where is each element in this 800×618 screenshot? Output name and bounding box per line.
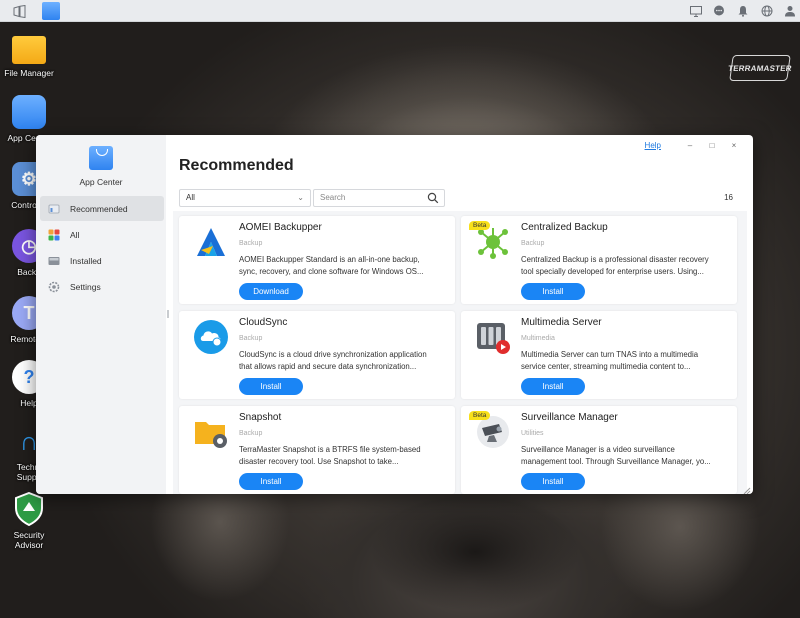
install-button[interactable]: Install	[521, 283, 585, 300]
app-name: Surveillance Manager	[521, 412, 618, 423]
window-controls: Help – □ ×	[645, 138, 745, 152]
page-title: Recommended	[179, 157, 294, 174]
search-input[interactable]: Search	[313, 189, 445, 207]
app-description: Surveillance Manager is a video surveill…	[521, 445, 711, 466]
app-card-grid: AOMEI Backupper Backup AOMEI Backupper S…	[173, 211, 747, 494]
show-desktop-icon[interactable]	[11, 3, 27, 19]
app-category: Utilities	[521, 430, 544, 437]
download-button[interactable]: Download	[239, 283, 303, 300]
app-category: Backup	[239, 430, 263, 437]
recommended-icon	[48, 203, 60, 215]
beta-badge: Beta	[469, 221, 491, 230]
message-icon[interactable]	[711, 3, 727, 19]
sidebar-item-all[interactable]: All	[40, 222, 164, 247]
chevron-down-icon: ⌄	[297, 193, 304, 202]
shield-icon	[12, 492, 46, 526]
sidebar-resize-handle[interactable]	[167, 310, 169, 318]
app-center-taskbar-icon[interactable]	[42, 2, 60, 20]
app-count: 16	[724, 193, 733, 202]
resize-grip-icon[interactable]	[741, 482, 751, 494]
app-center-icon	[12, 95, 46, 129]
sidebar-item-label: Recommended	[70, 203, 128, 214]
sidebar-item-recommended[interactable]: Recommended	[40, 196, 164, 221]
snapshot-icon	[193, 414, 229, 450]
app-description: CloudSync is a cloud drive synchronizati…	[239, 350, 427, 371]
sidebar: App Center Recommended All Installed Set…	[36, 135, 166, 494]
app-name: AOMEI Backupper	[239, 222, 322, 233]
app-category: Backup	[239, 240, 263, 247]
gear-icon	[48, 281, 60, 293]
app-name: Centralized Backup	[521, 222, 608, 233]
desktop-icon-file-manager[interactable]: File Manager	[0, 32, 58, 78]
app-name: CloudSync	[239, 317, 288, 328]
sidebar-item-label: Installed	[70, 255, 102, 266]
cloudsync-icon	[193, 319, 229, 355]
aomei-backupper-icon	[193, 224, 229, 260]
search-icon[interactable]	[427, 192, 439, 204]
app-category: Multimedia	[521, 335, 555, 342]
app-card-surveillance-manager[interactable]: Beta Surveillance Manager Utilities Surv…	[461, 406, 737, 494]
sidebar-item-label: All	[70, 229, 80, 240]
app-card-snapshot[interactable]: Snapshot Backup TerraMaster Snapshot is …	[179, 406, 455, 494]
user-icon[interactable]	[782, 3, 798, 19]
grid-icon	[48, 229, 60, 241]
app-center-window: App Center Recommended All Installed Set…	[36, 135, 753, 494]
sidebar-item-label: Settings	[70, 281, 101, 292]
install-button[interactable]: Install	[239, 378, 303, 395]
beta-badge: Beta	[469, 411, 491, 420]
multimedia-server-icon	[475, 319, 511, 355]
install-button[interactable]: Install	[239, 473, 303, 490]
app-name: Multimedia Server	[521, 317, 602, 328]
maximize-button[interactable]: □	[701, 141, 723, 150]
app-name: Snapshot	[239, 412, 282, 423]
sidebar-title: App Center	[79, 177, 123, 187]
app-description: Multimedia Server can turn TNAS into a m…	[521, 350, 699, 371]
app-category: Backup	[239, 335, 263, 342]
install-button[interactable]: Install	[521, 473, 585, 490]
app-description: Centralized Backup is a professional dis…	[521, 255, 709, 276]
help-link[interactable]: Help	[645, 141, 661, 150]
folder-icon	[12, 36, 46, 64]
app-card-aomei-backupper[interactable]: AOMEI Backupper Backup AOMEI Backupper S…	[179, 216, 455, 304]
search-placeholder: Search	[320, 193, 346, 202]
sidebar-item-settings[interactable]: Settings	[40, 274, 164, 299]
app-category: Backup	[521, 240, 545, 247]
sidebar-item-installed[interactable]: Installed	[40, 248, 164, 273]
minimize-button[interactable]: –	[679, 141, 701, 150]
app-card-cloudsync[interactable]: CloudSync Backup CloudSync is a cloud dr…	[179, 311, 455, 399]
app-description: AOMEI Backupper Standard is an all-in-on…	[239, 255, 424, 276]
top-taskbar	[0, 0, 800, 22]
desktop-icon-label: File Manager	[4, 68, 54, 78]
desktop-icon-security-advisor[interactable]: Security Advisor	[0, 492, 58, 550]
category-filter-select[interactable]: All ⌄	[179, 189, 311, 207]
app-card-multimedia-server[interactable]: Multimedia Server Multimedia Multimedia …	[461, 311, 737, 399]
desktop-icon-label: Security	[13, 530, 45, 540]
globe-icon[interactable]	[759, 3, 775, 19]
desktop-icon-label-line2: Advisor	[14, 540, 44, 550]
installed-icon	[48, 255, 60, 267]
notification-bell-icon[interactable]	[735, 3, 751, 19]
app-description: TerraMaster Snapshot is a BTRFS file sys…	[239, 445, 421, 466]
install-button[interactable]: Install	[521, 378, 585, 395]
filter-selected-value: All	[186, 193, 195, 202]
app-card-centralized-backup[interactable]: Beta Centralized Backup Backup Centraliz…	[461, 216, 737, 304]
terramaster-logo: TERRAMASTER	[728, 55, 792, 81]
monitor-icon[interactable]	[688, 3, 704, 19]
close-button[interactable]: ×	[723, 141, 745, 150]
app-center-logo-icon	[89, 146, 113, 170]
